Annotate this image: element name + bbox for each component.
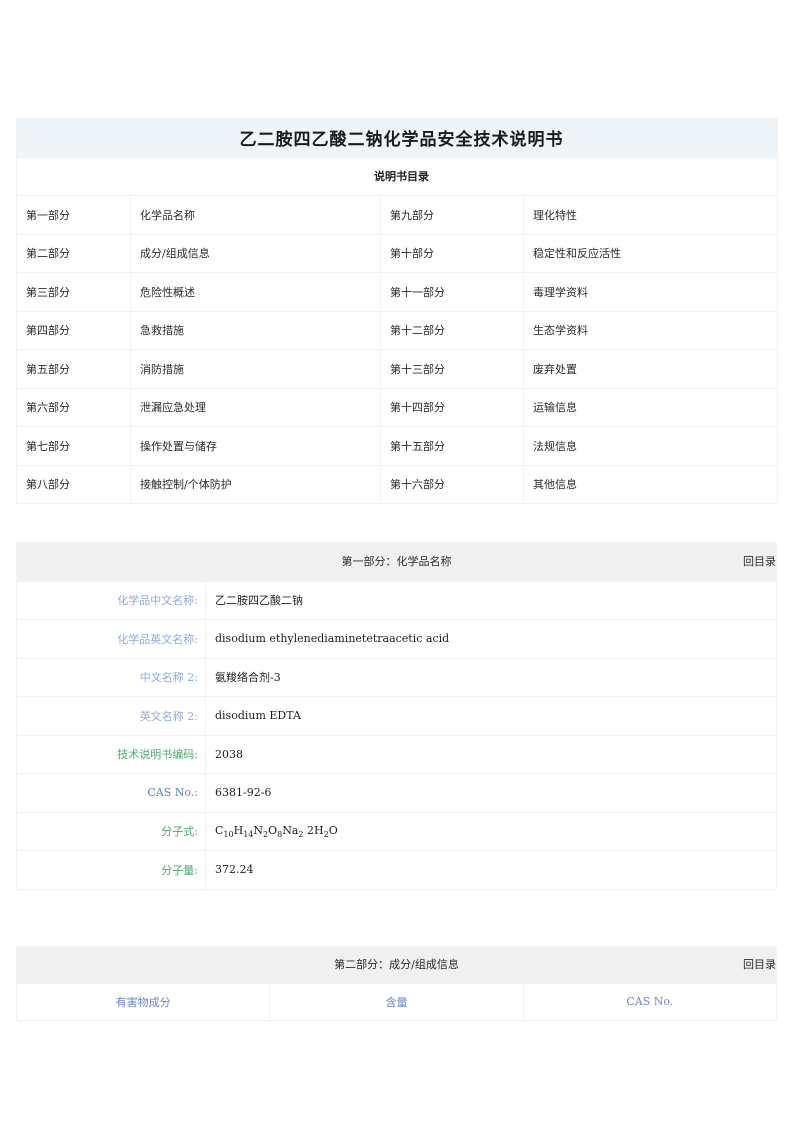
table-row[interactable]: 第三部分 危险性概述 第十一部分 毒理学资料 <box>16 272 778 312</box>
toc-part-number: 第八部分 <box>16 464 131 504</box>
field-label: 英文名称 2: <box>16 696 206 736</box>
table-row: 分子量: 372.24 <box>16 850 777 890</box>
toc-part-number: 第五部分 <box>16 349 131 389</box>
page-title: 乙二胺四乙酸二钠化学品安全技术说明书 <box>239 130 564 151</box>
document-subtitle-cell: 说明书目录 <box>16 156 778 196</box>
toc-part-number: 第二部分 <box>16 233 131 273</box>
field-label: 中文名称 2: <box>16 657 206 697</box>
toc-part-number: 第十四部分 <box>380 387 524 427</box>
toc-part-name[interactable]: 运输信息 <box>523 387 778 427</box>
field-value: 6381-92-6 <box>205 773 777 813</box>
toc-part-name[interactable]: 危险性概述 <box>130 272 381 312</box>
toc-part-name[interactable]: 生态学资料 <box>523 310 778 350</box>
toc-part-number: 第十部分 <box>380 233 524 273</box>
toc-part-name[interactable]: 毒理学资料 <box>523 272 778 312</box>
table-row[interactable]: 第一部分 化学品名称 第九部分 理化特性 <box>16 195 778 235</box>
table-row[interactable]: 第八部分 接触控制/个体防护 第十六部分 其他信息 <box>16 464 778 504</box>
field-label: CAS No.: <box>16 773 206 813</box>
column-header-content: 含量 <box>269 982 524 1021</box>
toc-part-name[interactable]: 成分/组成信息 <box>130 233 381 273</box>
field-label: 技术说明书编码: <box>16 734 206 774</box>
toc-part-name[interactable]: 其他信息 <box>523 464 778 504</box>
toc-part-number: 第十一部分 <box>380 272 524 312</box>
section-title: 第一部分：化学品名称 <box>341 554 452 568</box>
table-row: 化学品英文名称: disodium ethylenediaminetetraac… <box>16 619 777 659</box>
table-row: 技术说明书编码: 2038 <box>16 734 777 774</box>
field-value: 氨羧络合剂-3 <box>205 657 777 697</box>
toc-part-number: 第三部分 <box>16 272 131 312</box>
section-two-table: 第二部分：成分/组成信息 回目录 有害物成分 含量 CAS No. <box>15 945 778 1021</box>
back-to-toc-link[interactable]: 回目录 <box>743 547 776 577</box>
toc-part-number: 第六部分 <box>16 387 131 427</box>
table-row: 英文名称 2: disodium EDTA <box>16 696 777 736</box>
table-row[interactable]: 第六部分 泄漏应急处理 第十四部分 运输信息 <box>16 387 778 427</box>
section-header: 第二部分：成分/组成信息 回目录 <box>16 945 777 984</box>
back-to-toc-link[interactable]: 回目录 <box>743 950 776 980</box>
field-value: 372.24 <box>205 850 777 890</box>
field-value: 2038 <box>205 734 777 774</box>
field-value: disodium EDTA <box>205 696 777 736</box>
table-row[interactable]: 第五部分 消防措施 第十三部分 废弃处置 <box>16 349 778 389</box>
section-two-header-row: 第二部分：成分/组成信息 回目录 <box>16 945 777 984</box>
toc-part-name[interactable]: 化学品名称 <box>130 195 381 235</box>
table-row: CAS No.: 6381-92-6 <box>16 773 777 813</box>
field-value: 乙二胺四乙酸二钠 <box>205 580 777 620</box>
field-value: disodium ethylenediaminetetraacetic acid <box>205 619 777 659</box>
document-title-cell: 乙二胺四乙酸二钠化学品安全技术说明书 <box>16 118 778 158</box>
document-page: 乙二胺四乙酸二钠化学品安全技术说明书 说明书目录 第一部分 化学品名称 第九部分… <box>0 0 793 1122</box>
table-row[interactable]: 第四部分 急救措施 第十二部分 生态学资料 <box>16 310 778 350</box>
document-title-row: 乙二胺四乙酸二钠化学品安全技术说明书 <box>16 118 778 158</box>
field-label: 分子量: <box>16 850 206 890</box>
toc-part-name[interactable]: 消防措施 <box>130 349 381 389</box>
toc-part-number: 第四部分 <box>16 310 131 350</box>
toc-part-name[interactable]: 法规信息 <box>523 426 778 466</box>
section-one-header-row: 第一部分：化学品名称 回目录 <box>16 542 777 582</box>
toc-heading: 说明书目录 <box>374 170 429 184</box>
toc-part-name[interactable]: 稳定性和反应活性 <box>523 233 778 273</box>
field-value-formula: C10H14N2O8Na2 2H2O <box>205 811 777 851</box>
toc-part-name[interactable]: 操作处置与储存 <box>130 426 381 466</box>
field-label: 化学品中文名称: <box>16 580 206 620</box>
toc-part-name[interactable]: 接触控制/个体防护 <box>130 464 381 504</box>
section-header: 第一部分：化学品名称 回目录 <box>16 542 777 582</box>
toc-part-name[interactable]: 理化特性 <box>523 195 778 235</box>
table-header-row: 有害物成分 含量 CAS No. <box>15 982 778 1021</box>
document-subtitle-row: 说明书目录 <box>16 156 778 196</box>
toc-part-number: 第九部分 <box>380 195 524 235</box>
table-row: 化学品中文名称: 乙二胺四乙酸二钠 <box>16 580 777 620</box>
toc-part-number: 第十五部分 <box>380 426 524 466</box>
toc-table: 乙二胺四乙酸二钠化学品安全技术说明书 说明书目录 第一部分 化学品名称 第九部分… <box>16 118 778 504</box>
toc-part-number: 第七部分 <box>16 426 131 466</box>
field-label: 化学品英文名称: <box>16 619 206 659</box>
table-row: 中文名称 2: 氨羧络合剂-3 <box>16 657 777 697</box>
field-label: 分子式: <box>16 811 206 851</box>
column-header-cas-no: CAS No. <box>522 982 778 1021</box>
table-row[interactable]: 第二部分 成分/组成信息 第十部分 稳定性和反应活性 <box>16 233 778 273</box>
toc-part-number: 第一部分 <box>16 195 131 235</box>
toc-part-number: 第十二部分 <box>380 310 524 350</box>
column-header-hazardous-component: 有害物成分 <box>15 982 271 1021</box>
toc-part-name[interactable]: 废弃处置 <box>523 349 778 389</box>
toc-part-name[interactable]: 急救措施 <box>130 310 381 350</box>
table-row[interactable]: 第七部分 操作处置与储存 第十五部分 法规信息 <box>16 426 778 466</box>
toc-part-number: 第十三部分 <box>380 349 524 389</box>
toc-part-name[interactable]: 泄漏应急处理 <box>130 387 381 427</box>
section-one-table: 第一部分：化学品名称 回目录 化学品中文名称: 乙二胺四乙酸二钠 化学品英文名称… <box>16 542 777 890</box>
table-row: 分子式: C10H14N2O8Na2 2H2O <box>16 811 777 851</box>
toc-part-number: 第十六部分 <box>380 464 524 504</box>
section-title: 第二部分：成分/组成信息 <box>334 957 459 971</box>
